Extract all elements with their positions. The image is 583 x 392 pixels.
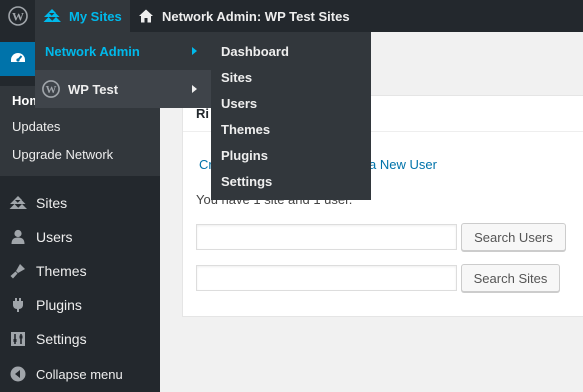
search-sites-input[interactable]	[196, 265, 457, 291]
network-admin-title: Network Admin: WP Test Sites	[162, 8, 350, 24]
svg-text:W: W	[46, 84, 57, 96]
submenu-upgrade-network[interactable]: Upgrade Network	[12, 147, 113, 162]
submenu-updates[interactable]: Updates	[12, 119, 60, 134]
site-wordpress-icon: W	[42, 80, 60, 98]
site-label: WP Test	[68, 81, 119, 97]
sidebar-item-themes[interactable]: Themes	[0, 254, 160, 288]
network-menu-plugins[interactable]: Plugins	[221, 142, 268, 168]
site-menu-item-wp-test[interactable]: W WP Test	[35, 70, 211, 108]
network-menu-sites[interactable]: Sites	[221, 64, 252, 90]
admin-bar: W My Sites Network Admin: WP Test Sites	[0, 0, 583, 32]
sidebar-item-sites[interactable]: Sites	[0, 186, 160, 220]
my-sites-menu-button[interactable]: My Sites	[35, 0, 130, 32]
network-menu-dashboard[interactable]: Dashboard	[221, 38, 289, 64]
network-admin-link[interactable]: Network Admin: WP Test Sites	[130, 0, 350, 32]
network-admin-menu-item[interactable]: Network Admin	[35, 32, 211, 70]
sidebar-item-settings[interactable]: Settings	[0, 322, 160, 356]
my-sites-icon	[43, 9, 61, 22]
search-users-input[interactable]	[196, 224, 457, 250]
create-user-link[interactable]: a New User	[369, 157, 437, 172]
network-admin-submenu: Dashboard Sites Users Themes Plugins Set…	[211, 32, 371, 200]
home-icon	[139, 9, 153, 23]
plugins-icon	[0, 296, 36, 314]
search-users-button[interactable]: Search Users	[461, 223, 566, 251]
themes-icon	[0, 262, 36, 280]
network-menu-users[interactable]: Users	[221, 90, 257, 116]
submenu-arrow-icon	[192, 47, 197, 55]
panel-title: Ri	[196, 106, 209, 121]
sidebar-item-label: Settings	[36, 331, 87, 347]
network-admin-label: Network Admin	[45, 43, 140, 59]
collapse-menu-button[interactable]: Collapse menu	[0, 357, 160, 391]
sidebar-item-label: Plugins	[36, 297, 82, 313]
my-sites-dropdown: Network Admin W WP Test	[35, 32, 211, 108]
network-menu-settings[interactable]: Settings	[221, 168, 272, 194]
dashboard-icon	[11, 53, 25, 62]
collapse-menu-label: Collapse menu	[36, 366, 123, 382]
wordpress-logo-icon: W	[7, 6, 28, 26]
settings-icon	[0, 330, 36, 348]
sidebar-item-label: Sites	[36, 195, 68, 211]
sidebar-item-users[interactable]: Users	[0, 220, 160, 254]
my-sites-label: My Sites	[69, 8, 122, 24]
collapse-icon	[0, 365, 36, 383]
sidebar-item-label: Themes	[36, 263, 87, 279]
search-sites-button[interactable]: Search Sites	[461, 264, 560, 292]
submenu-arrow-icon	[192, 85, 197, 93]
network-menu-themes[interactable]: Themes	[221, 116, 270, 142]
svg-text:W: W	[12, 10, 24, 24]
sites-icon	[0, 194, 36, 212]
wordpress-logo-button[interactable]: W	[0, 0, 35, 32]
sidebar-item-plugins[interactable]: Plugins	[0, 288, 160, 322]
users-icon	[0, 228, 36, 246]
sidebar-item-label: Users	[36, 229, 73, 245]
